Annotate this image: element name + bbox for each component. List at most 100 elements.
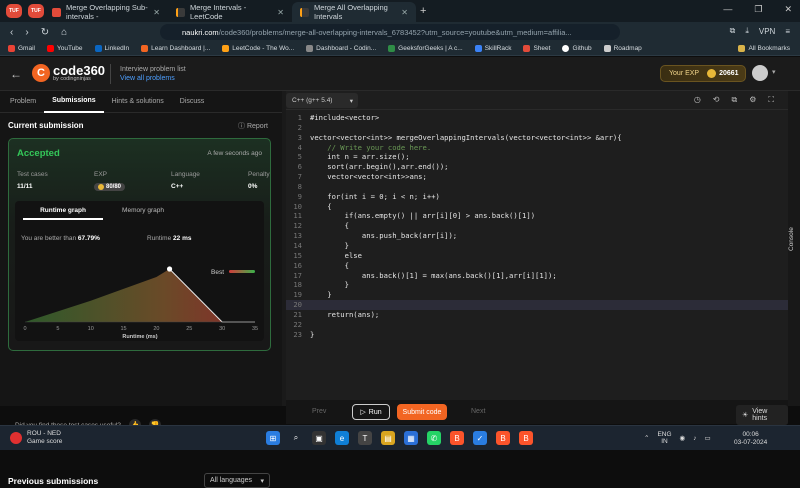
- code-line[interactable]: 16 {: [286, 261, 788, 271]
- store-icon[interactable]: ▦: [404, 431, 418, 445]
- close-window-icon[interactable]: ✕: [784, 4, 792, 15]
- volume-icon[interactable]: ♪: [693, 435, 696, 442]
- menu-icon[interactable]: ≡: [785, 27, 790, 36]
- teams-icon[interactable]: T: [358, 431, 372, 445]
- code-line[interactable]: 18 }: [286, 280, 788, 290]
- pinned-tab-1[interactable]: TUF: [6, 4, 22, 18]
- forward-icon[interactable]: ›: [25, 27, 28, 38]
- code-line[interactable]: 10 {: [286, 202, 788, 212]
- timer-icon[interactable]: ◷: [694, 95, 701, 105]
- code-line[interactable]: 11 if(ans.empty() || arr[i][0] > ans.bac…: [286, 211, 788, 221]
- code-line[interactable]: 13 ans.push_back(arr[i]);: [286, 231, 788, 241]
- bookmark-leetcode[interactable]: LeetCode - The Wo...: [222, 45, 294, 52]
- code360-logo[interactable]: C code360 by codingninjas: [32, 64, 105, 82]
- bookmark-sheet[interactable]: Sheet: [523, 45, 550, 52]
- code-line[interactable]: 12 {: [286, 221, 788, 231]
- brave-profile-2-icon[interactable]: B: [519, 431, 533, 445]
- bookmark-geeksforgeeks[interactable]: GeeksforGeeks | A c...: [388, 45, 463, 52]
- bookmark-linkedin[interactable]: LinkedIn: [94, 45, 129, 52]
- copy-icon[interactable]: ⧉: [732, 95, 738, 105]
- back-arrow-icon[interactable]: ←: [10, 67, 22, 81]
- url-input[interactable]: naukri.com/code360/problems/merge-all-ov…: [160, 24, 620, 40]
- next-button[interactable]: Next: [471, 408, 485, 415]
- exp-badge[interactable]: Your EXP 20661: [660, 65, 746, 82]
- reload-icon[interactable]: ↻: [41, 27, 49, 38]
- home-icon[interactable]: ⌂: [61, 27, 67, 38]
- run-button[interactable]: ▷ Run: [352, 404, 390, 420]
- bookmark-roadmap[interactable]: Roadmap: [603, 45, 642, 52]
- file-explorer-icon[interactable]: ▤: [381, 431, 395, 445]
- new-tab-button[interactable]: +: [420, 5, 426, 17]
- brave-icon[interactable]: B: [450, 431, 464, 445]
- minimize-icon[interactable]: —: [723, 4, 732, 15]
- code-line[interactable]: 3 vector<vector<int>> mergeOverlappingInt…: [286, 133, 788, 143]
- bookmark-gmail[interactable]: Gmail: [8, 45, 35, 52]
- tab-discuss[interactable]: Discuss: [172, 91, 213, 113]
- wifi-icon[interactable]: ◉: [680, 434, 686, 442]
- reset-icon[interactable]: ⟲: [713, 95, 720, 105]
- prev-button[interactable]: Prev: [312, 408, 326, 415]
- chevron-down-icon[interactable]: ▾: [772, 68, 776, 76]
- vpn-button[interactable]: VPN: [759, 27, 775, 36]
- code-line[interactable]: 1 #include<vector>: [286, 113, 788, 123]
- avatar[interactable]: [752, 65, 768, 81]
- report-button[interactable]: ⓘ Report: [238, 121, 268, 131]
- search-icon[interactable]: ⌕: [289, 431, 303, 445]
- your-runtime-point[interactable]: [166, 266, 173, 272]
- back-icon[interactable]: ‹: [10, 27, 13, 38]
- code-line[interactable]: 6 sort(arr.begin(),arr.end());: [286, 162, 788, 172]
- browser-tab-1[interactable]: Merge Overlapping Sub-intervals - ✕: [44, 2, 168, 22]
- all-bookmarks[interactable]: All Bookmarks: [738, 45, 790, 52]
- bookmark-dashboard[interactable]: Dashboard - Codin...: [306, 45, 376, 52]
- code-line[interactable]: 22: [286, 320, 788, 330]
- news-widget[interactable]: ROU - NED Game score: [10, 430, 62, 446]
- tab-problem[interactable]: Problem: [2, 91, 44, 113]
- close-icon[interactable]: ✕: [153, 8, 160, 17]
- console-toggle[interactable]: Console: [788, 91, 800, 406]
- language-select[interactable]: C++ (g++ 5.4) ▾: [286, 93, 358, 108]
- maximize-icon[interactable]: ❐: [754, 4, 762, 15]
- browser-tab-2[interactable]: Merge Intervals - LeetCode ✕: [168, 2, 292, 22]
- bookmark-github[interactable]: Github: [562, 45, 592, 52]
- code-line[interactable]: 20: [286, 300, 788, 310]
- tab-memory-graph[interactable]: Memory graph: [103, 207, 183, 220]
- close-icon[interactable]: ✕: [277, 8, 284, 17]
- edge-icon[interactable]: e: [335, 431, 349, 445]
- bookmark-youtube[interactable]: YouTube: [46, 45, 83, 52]
- code-line[interactable]: 4 // Write your code here.: [286, 143, 788, 153]
- code-line[interactable]: 2: [286, 123, 788, 133]
- brave-profile-icon[interactable]: B: [496, 431, 510, 445]
- download-icon[interactable]: ⤓: [745, 26, 749, 36]
- todo-icon[interactable]: ✓: [473, 431, 487, 445]
- code-line[interactable]: 15 else: [286, 251, 788, 261]
- extensions-icon[interactable]: ⧉: [730, 26, 736, 36]
- fullscreen-icon[interactable]: ⛶: [768, 95, 774, 105]
- view-hints-button[interactable]: ☀ View hints: [736, 405, 788, 425]
- bookmark-learn-dashboard[interactable]: Learn Dashboard |...: [141, 45, 210, 52]
- code-line[interactable]: 9 for(int i = 0; i < n; i++): [286, 192, 788, 202]
- code-line[interactable]: 23}: [286, 330, 788, 340]
- close-icon[interactable]: ✕: [401, 8, 408, 17]
- view-all-link[interactable]: View all problems: [120, 74, 186, 83]
- code-line[interactable]: 14 }: [286, 241, 788, 251]
- code-line[interactable]: 17 ans.back()[1] = max(ans.back()[1],arr…: [286, 271, 788, 281]
- chevron-up-icon[interactable]: ⌃: [644, 434, 649, 442]
- code-area[interactable]: 1 #include<vector> 2 3 vector<vector<int>> m…: [286, 113, 788, 339]
- clock[interactable]: 00:06 03-07-2024: [734, 431, 767, 447]
- tab-submissions[interactable]: Submissions: [44, 91, 104, 113]
- bookmark-skillrack[interactable]: SkillRack: [474, 45, 511, 52]
- tab-runtime-graph[interactable]: Runtime graph: [23, 207, 103, 220]
- language-filter-select[interactable]: All languages ▾: [204, 473, 270, 488]
- settings-icon[interactable]: ⚙: [749, 95, 756, 105]
- task-view-icon[interactable]: ▣: [312, 431, 326, 445]
- code-line[interactable]: 8: [286, 182, 788, 192]
- tab-hints[interactable]: Hints & solutions: [104, 91, 172, 113]
- code-line[interactable]: 19 }: [286, 290, 788, 300]
- battery-icon[interactable]: ▭: [704, 434, 710, 442]
- windows-start-icon[interactable]: ⊞: [266, 431, 280, 445]
- code-line[interactable]: 7 vector<vector<int>>ans;: [286, 172, 788, 182]
- submit-button[interactable]: Submit code: [397, 404, 447, 420]
- whatsapp-icon[interactable]: ✆: [427, 431, 441, 445]
- browser-tab-3[interactable]: Merge All Overlapping Intervals ✕: [292, 2, 416, 22]
- pinned-tab-2[interactable]: TUF: [28, 4, 44, 18]
